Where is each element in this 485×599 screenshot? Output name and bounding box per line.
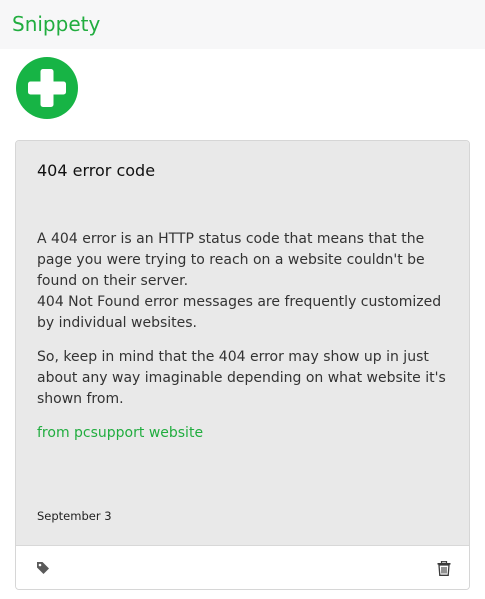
app-brand[interactable]: Snippety [12,11,100,37]
snippet-date: September 3 [37,509,112,523]
snippet-content: A 404 error is an HTTP status code that … [37,229,457,457]
snippet-card-footer [16,545,469,589]
snippet-card-body: 404 error code A 404 error is an HTTP st… [16,141,469,545]
snippet-title: 404 error code [37,161,156,180]
trash-icon [437,560,451,576]
source-link[interactable]: from pcsupport website [37,425,203,441]
snippet-source: from pcsupport website [37,423,457,444]
snippet-text-line: 404 Not Found error messages are frequen… [37,294,442,331]
plus-circle-icon [28,69,66,107]
snippet-text-line: A 404 error is an HTTP status code that … [37,231,425,289]
tag-icon [37,562,49,574]
tag-button[interactable] [36,561,50,575]
snippet-paragraph: A 404 error is an HTTP status code that … [37,229,457,334]
snippet-card: 404 error code A 404 error is an HTTP st… [15,140,470,590]
navbar: Snippety [0,0,485,49]
snippet-paragraph: So, keep in mind that the 404 error may … [37,349,446,407]
add-snippet-button[interactable] [16,57,78,119]
delete-button[interactable] [437,560,451,576]
